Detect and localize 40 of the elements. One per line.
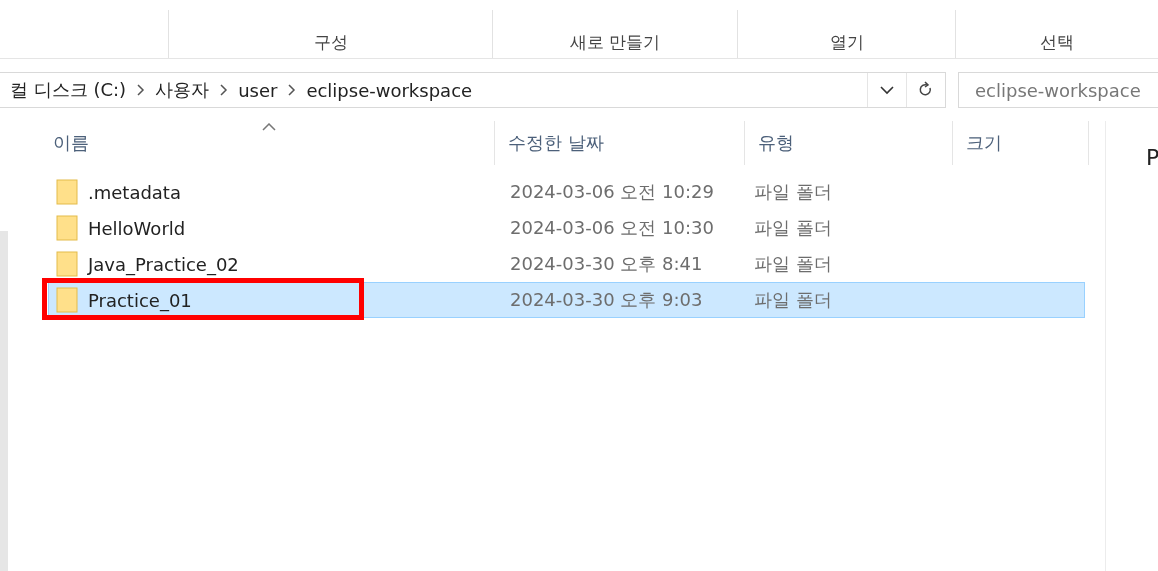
breadcrumb[interactable]: 컬 디스크 (C:) bbox=[10, 78, 127, 102]
file-name: Java_Practice_02 bbox=[88, 253, 239, 275]
ribbon-group-label: 열기 bbox=[829, 31, 864, 54]
chevron-right-icon bbox=[287, 84, 297, 96]
file-name: Practice_01 bbox=[88, 289, 192, 311]
search-field[interactable]: eclipse-workspace bbox=[958, 72, 1158, 108]
file-name: HelloWorld bbox=[88, 217, 186, 239]
folder-icon bbox=[56, 179, 78, 205]
breadcrumb[interactable]: user bbox=[238, 79, 278, 101]
modified-date: 2024-03-30 오후 8:41 bbox=[509, 252, 704, 276]
file-type: 파일 폴더 bbox=[754, 216, 833, 240]
modified-date: 2024-03-06 오전 10:29 bbox=[509, 180, 715, 204]
file-type: 파일 폴더 bbox=[754, 288, 833, 312]
address-bar[interactable]: 컬 디스크 (C:) 사용자 user eclipse-workspace bbox=[0, 72, 946, 108]
file-row[interactable]: Java_Practice_02 2024-03-30 오후 8:41 파일 폴더 bbox=[48, 246, 1085, 282]
column-header[interactable]: 수정한 날짜 bbox=[495, 121, 745, 165]
column-header[interactable]: 유형 bbox=[745, 121, 953, 165]
file-name: .metadata bbox=[88, 181, 181, 203]
modified-date: 2024-03-06 오전 10:30 bbox=[509, 216, 715, 240]
sort-ascending-icon bbox=[262, 123, 276, 131]
breadcrumb[interactable]: 사용자 bbox=[155, 78, 210, 102]
breadcrumb[interactable]: eclipse-workspace bbox=[306, 79, 473, 101]
folder-icon bbox=[56, 215, 78, 241]
folder-icon bbox=[56, 251, 78, 277]
ribbon-group-label: 새로 만들기 bbox=[569, 31, 661, 54]
chevron-right-icon bbox=[136, 84, 146, 96]
column-header[interactable]: 크기 bbox=[953, 121, 1089, 165]
file-type: 파일 폴더 bbox=[754, 252, 833, 276]
ribbon-group-label: 구성 bbox=[313, 31, 348, 54]
dropdown-chevron-icon[interactable] bbox=[880, 85, 894, 95]
chevron-right-icon bbox=[219, 84, 229, 96]
file-row[interactable]: HelloWorld 2024-03-06 오전 10:30 파일 폴더 bbox=[48, 210, 1085, 246]
folder-icon bbox=[56, 287, 78, 313]
file-type: 파일 폴더 bbox=[754, 180, 833, 204]
scrollbar-thumb[interactable] bbox=[0, 231, 8, 571]
preview-title: P bbox=[1146, 145, 1158, 170]
ribbon-group-label: 선택 bbox=[1040, 31, 1074, 54]
file-row[interactable]: .metadata 2024-03-06 오전 10:29 파일 폴더 bbox=[48, 174, 1085, 210]
column-header[interactable]: 이름 bbox=[40, 121, 495, 165]
modified-date: 2024-03-30 오후 9:03 bbox=[509, 288, 704, 312]
